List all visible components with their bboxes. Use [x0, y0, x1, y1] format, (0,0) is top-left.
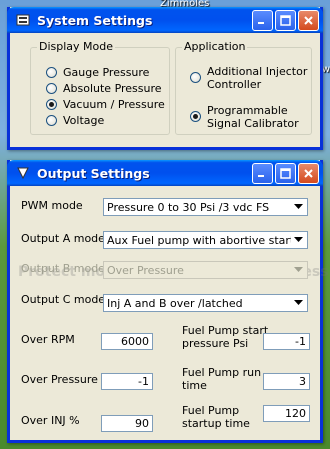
close-icon — [304, 169, 313, 178]
minimize-button[interactable] — [252, 163, 273, 184]
pwm-mode-label: PWM mode — [21, 199, 83, 212]
over-inj-input[interactable]: 90 — [101, 415, 153, 432]
over-pressure-input[interactable]: -1 — [101, 373, 153, 390]
over-rpm-input[interactable]: 6000 — [101, 333, 153, 350]
maximize-icon — [280, 15, 291, 26]
radio-voltage[interactable]: Voltage — [46, 114, 104, 127]
radio-signal-calibrator[interactable]: Programmable Signal Calibrator — [190, 104, 299, 130]
radio-button[interactable] — [46, 115, 57, 126]
chevron-down-icon[interactable] — [291, 296, 306, 310]
output-window-icon — [15, 165, 31, 181]
maximize-button[interactable] — [275, 10, 296, 31]
close-button[interactable] — [298, 163, 319, 184]
output-settings-title: Output Settings — [37, 165, 150, 181]
fuel-pump-start-input[interactable]: -1 — [263, 333, 310, 350]
radio-button[interactable] — [46, 83, 57, 94]
minimize-icon — [258, 22, 264, 24]
output-c-label: Output C mode — [21, 293, 106, 306]
output-settings-window: Output Settings Protect more of your mem… — [7, 160, 330, 443]
over-inj-label: Over INJ % — [21, 414, 80, 427]
display-mode-legend: Display Mode — [37, 40, 116, 53]
chevron-down-icon — [291, 263, 306, 277]
radio-gauge-pressure[interactable]: Gauge Pressure — [46, 66, 149, 79]
fuel-pump-start-label: Fuel Pump start pressure Psi — [182, 324, 269, 350]
system-settings-window: System Settings Display Mode Gauge Press… — [7, 7, 323, 150]
window-app-icon — [15, 12, 31, 28]
minimize-button[interactable] — [252, 10, 273, 31]
over-rpm-label: Over RPM — [21, 333, 75, 346]
pwm-mode-select[interactable]: Pressure 0 to 30 Psi /3 vdc FS — [103, 198, 308, 216]
fuel-pump-startup-label: Fuel Pump startup time — [182, 404, 250, 430]
fuel-pump-startup-input[interactable]: 120 — [263, 405, 310, 422]
fuel-pump-run-label: Fuel Pump run time — [182, 366, 262, 392]
chevron-down-icon[interactable] — [291, 233, 306, 247]
radio-additional-injector[interactable]: Additional Injector Controller — [190, 65, 307, 91]
radio-absolute-pressure[interactable]: Absolute Pressure — [46, 82, 162, 95]
radio-button-selected[interactable] — [190, 111, 201, 122]
maximize-icon — [280, 168, 291, 179]
output-a-label: Output A mode — [21, 232, 105, 245]
close-icon — [304, 16, 313, 25]
radio-vacuum-pressure[interactable]: Vacuum / Pressure — [46, 98, 165, 111]
radio-button[interactable] — [46, 67, 57, 78]
maximize-button[interactable] — [275, 163, 296, 184]
system-settings-title: System Settings — [37, 12, 153, 28]
output-c-select[interactable]: Inj A and B over /latched — [103, 294, 308, 312]
output-a-select[interactable]: Aux Fuel pump with abortive start time — [103, 231, 308, 249]
radio-button-selected[interactable] — [46, 99, 57, 110]
radio-button[interactable] — [190, 72, 201, 83]
over-pressure-label: Over Pressure — [21, 373, 98, 386]
system-settings-titlebar[interactable]: System Settings — [7, 7, 323, 33]
close-button[interactable] — [298, 10, 319, 31]
fuel-pump-run-input[interactable]: 3 — [263, 373, 310, 390]
chevron-down-icon[interactable] — [291, 200, 306, 214]
output-b-label: Output B mode — [21, 262, 105, 275]
minimize-icon — [258, 175, 264, 177]
output-settings-titlebar[interactable]: Output Settings — [7, 160, 323, 186]
application-legend: Application — [182, 40, 248, 53]
output-b-select: Over Pressure — [103, 261, 308, 279]
